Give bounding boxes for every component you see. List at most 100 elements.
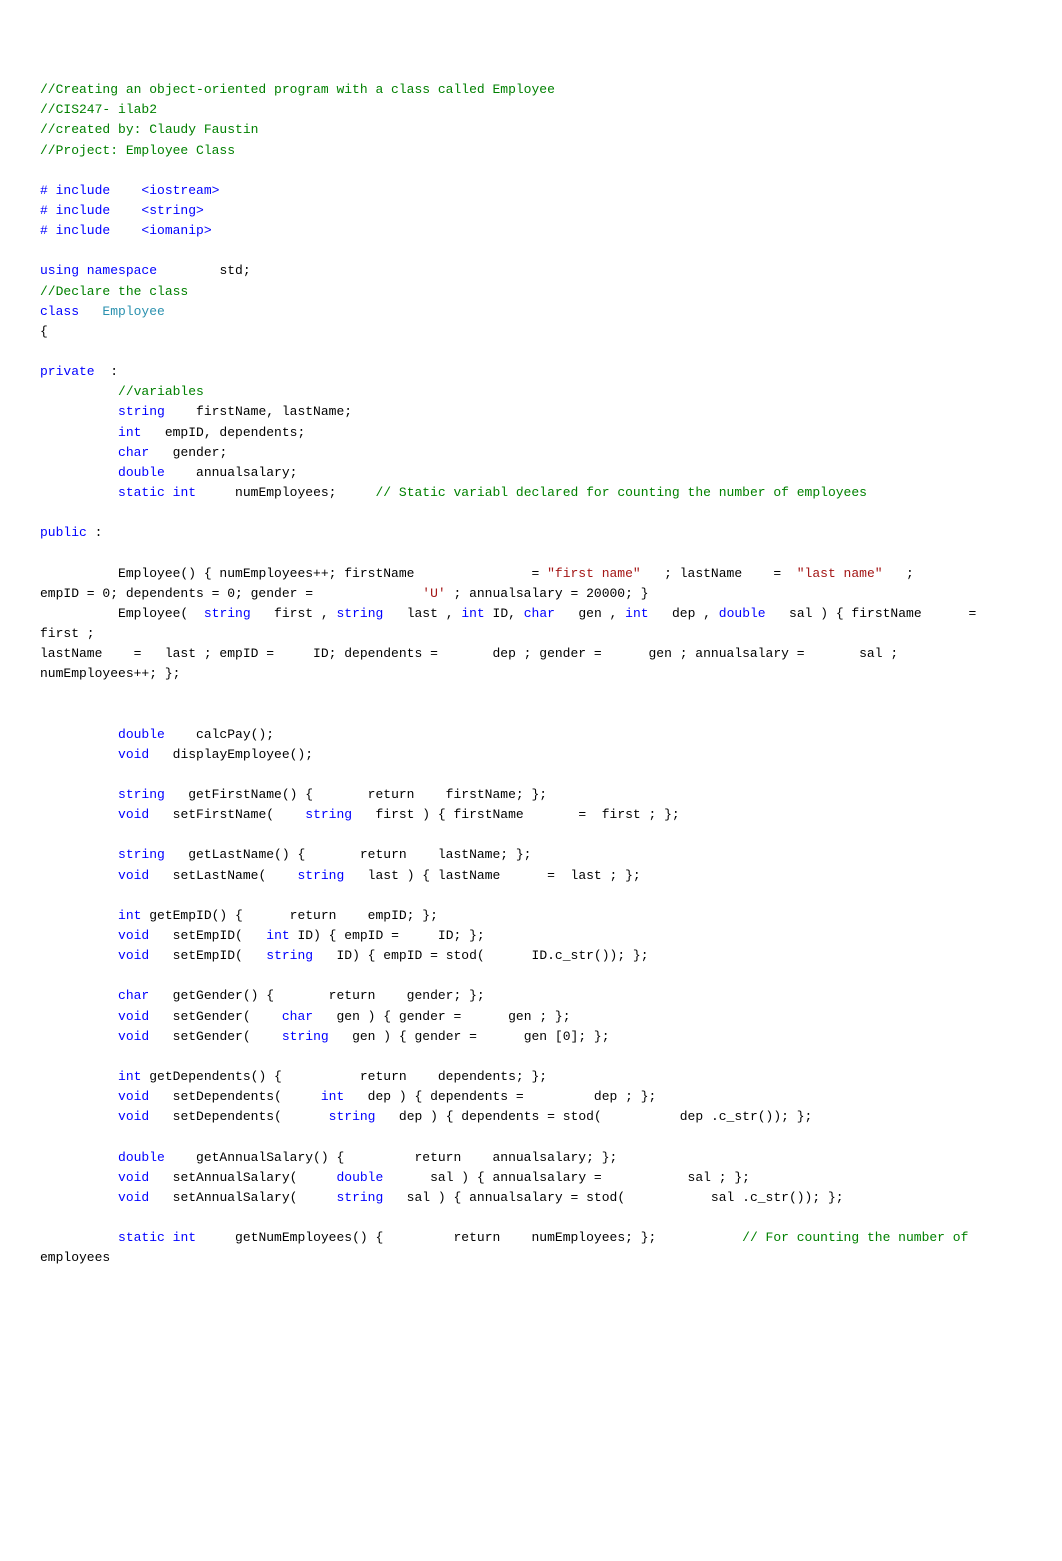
param-last: last ,: [383, 606, 461, 621]
param-first: first ,: [251, 606, 337, 621]
annualsalary-default: ; annualsalary = 20000; }: [446, 586, 649, 601]
type-int-param4: int: [321, 1089, 344, 1104]
comment-line2: //CIS247- ilab2: [40, 102, 157, 117]
indent3: [40, 445, 118, 460]
type-string-param2: string: [336, 606, 383, 621]
string-lastname-default: "last name": [797, 566, 883, 581]
indent19: [40, 1069, 118, 1084]
type-string-param8: string: [336, 1190, 383, 1205]
indent8: [40, 747, 118, 762]
indent16: [40, 988, 118, 1003]
var-emp: empID, dependents;: [141, 425, 305, 440]
type-string-param6: string: [282, 1029, 329, 1044]
var-names: firstName, lastName;: [165, 404, 352, 419]
comment-line4: //Project: Employee Class: [40, 143, 235, 158]
var-gender: gender;: [149, 445, 227, 460]
namespace-std: std;: [157, 263, 251, 278]
method-setgender-char: setGender(: [149, 1009, 282, 1024]
method-calcpay: calcPay();: [165, 727, 274, 742]
var-salary: annualsalary;: [165, 465, 298, 480]
type-void3: void: [118, 868, 149, 883]
type-string-param1: string: [204, 606, 251, 621]
indent22: [40, 1150, 118, 1165]
string-firstname-default: "first name": [547, 566, 641, 581]
method-displayemployee: displayEmployee();: [149, 747, 313, 762]
preprocessor-1: # include <iostream>: [40, 183, 219, 198]
type-int-static: int: [173, 485, 196, 500]
method-setdependents-string: setDependents(: [149, 1109, 328, 1124]
brace-open: {: [40, 324, 48, 339]
type-int-ret2: int: [118, 1069, 141, 1084]
indent24: [40, 1190, 118, 1205]
param-gen3: gen ) { gender = gen [0]; };: [329, 1029, 610, 1044]
private-colon: :: [95, 364, 118, 379]
code-editor: //Creating an object-oriented program wi…: [40, 60, 1022, 1268]
keyword-using: using namespace: [40, 263, 157, 278]
type-double-param2: double: [336, 1170, 383, 1185]
method-setdependents-int: setDependents(: [149, 1089, 321, 1104]
type-void5: void: [118, 948, 149, 963]
classname-employee: Employee: [102, 304, 164, 319]
type-int-ret1: int: [118, 908, 141, 923]
type-string-param5: string: [266, 948, 313, 963]
type-void2: void: [118, 807, 149, 822]
indent2: [40, 425, 118, 440]
comment-variables: //variables: [40, 384, 204, 399]
method-setannualsalary-string: setAnnualSalary(: [149, 1190, 336, 1205]
lastname-line: lastName = last ; empID = ID; dependents…: [40, 646, 898, 661]
space-static: [165, 485, 173, 500]
type-string-param3: string: [305, 807, 352, 822]
type-int1: int: [118, 425, 141, 440]
indent9: [40, 787, 118, 802]
indent5: [40, 485, 118, 500]
indent23: [40, 1170, 118, 1185]
indent25: [40, 1230, 118, 1245]
indent18: [40, 1029, 118, 1044]
method-setfirstname: setFirstName(: [149, 807, 305, 822]
keyword-public: public: [40, 525, 87, 540]
param-id: ID,: [485, 606, 524, 621]
method-setempid-string: setEmpID(: [149, 948, 266, 963]
param-last2: last ) { lastName = last ; };: [344, 868, 640, 883]
method-getgender: getGender() { return gender; };: [149, 988, 484, 1003]
indent14: [40, 928, 118, 943]
string-u: 'U': [422, 586, 445, 601]
keyword-class: class: [40, 304, 79, 319]
indent21: [40, 1109, 118, 1124]
type-char1: char: [118, 445, 149, 460]
type-double-ret1: double: [118, 727, 165, 742]
preprocessor-2: # include <string>: [40, 203, 204, 218]
type-double1: double: [118, 465, 165, 480]
comment-line3: //created by: Claudy Faustin: [40, 122, 258, 137]
method-getfirstname: getFirstName() { return firstName; };: [165, 787, 547, 802]
param-first2: first ) { firstName = first ; };: [352, 807, 680, 822]
type-char-param: char: [524, 606, 555, 621]
type-string-param4: string: [297, 868, 344, 883]
param-id2: ID) { empID = ID; };: [290, 928, 485, 943]
type-int-param3: int: [266, 928, 289, 943]
type-void4: void: [118, 928, 149, 943]
type-char-ret1: char: [118, 988, 149, 1003]
type-void10: void: [118, 1170, 149, 1185]
method-setannualsalary-double: setAnnualSalary(: [149, 1170, 336, 1185]
space-static2: [165, 1230, 173, 1245]
public-colon: :: [87, 525, 103, 540]
param-id3: ID) { empID = stod( ID.c_str()); };: [313, 948, 648, 963]
method-setempid-int: setEmpID(: [149, 928, 266, 943]
param-sal3: sal ) { annualsalary = stod( sal .c_str(…: [383, 1190, 843, 1205]
type-string-param7: string: [329, 1109, 376, 1124]
indent12: [40, 868, 118, 883]
semicolon2: ;: [883, 566, 914, 581]
indent20: [40, 1089, 118, 1104]
param-gen2: gen ) { gender = gen ; };: [313, 1009, 570, 1024]
indent11: [40, 847, 118, 862]
method-getempid: getEmpID() { return empID; };: [141, 908, 437, 923]
param-dep3: dep ) { dependents = stod( dep .c_str())…: [375, 1109, 812, 1124]
indent6: Employee() { numEmployees++; firstName =: [40, 566, 547, 581]
numemployees-line: numEmployees++; };: [40, 666, 180, 681]
type-char-param2: char: [282, 1009, 313, 1024]
param-sal2: sal ) { annualsalary = sal ; };: [383, 1170, 750, 1185]
param-dep2: dep ) { dependents = dep ; };: [344, 1089, 656, 1104]
keyword-static1: static: [118, 485, 165, 500]
method-getannualsalary: getAnnualSalary() { return annualsalary;…: [165, 1150, 617, 1165]
